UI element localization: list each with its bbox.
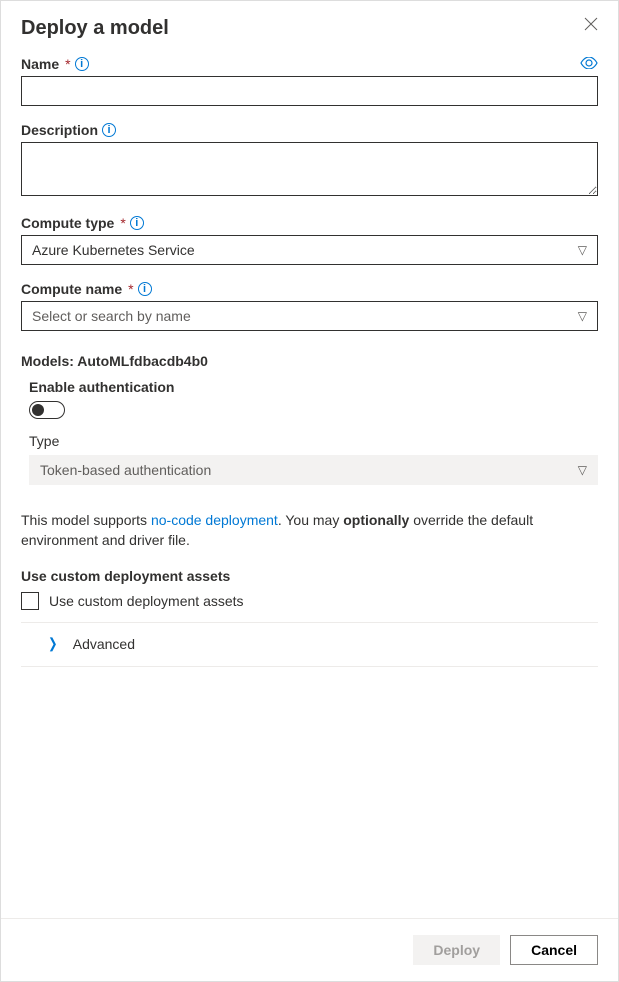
compute-type-field: Compute type * i Azure Kubernetes Servic… bbox=[21, 215, 598, 265]
advanced-label: Advanced bbox=[73, 636, 135, 652]
info-icon[interactable]: i bbox=[75, 57, 89, 71]
custom-assets-checkbox[interactable] bbox=[21, 592, 39, 610]
toggle-knob bbox=[32, 404, 44, 416]
description-input[interactable] bbox=[21, 142, 598, 196]
auth-section: Enable authentication Type Token-based a… bbox=[21, 379, 598, 485]
description-field: Description i bbox=[21, 122, 598, 199]
custom-assets-label: Use custom deployment assets bbox=[49, 593, 244, 609]
panel-footer: Deploy Cancel bbox=[1, 918, 618, 981]
required-mark: * bbox=[65, 56, 70, 72]
cancel-button[interactable]: Cancel bbox=[510, 935, 598, 965]
required-mark: * bbox=[128, 281, 133, 297]
models-heading: Models: AutoMLfdbacdb4b0 bbox=[21, 353, 598, 369]
deploy-button: Deploy bbox=[413, 935, 500, 965]
compute-name-select[interactable]: Select or search by name ▽ bbox=[21, 301, 598, 331]
description-label: Description bbox=[21, 122, 98, 138]
auth-type-select: Token-based authentication ▽ bbox=[29, 455, 598, 485]
chevron-down-icon: ▽ bbox=[578, 463, 587, 477]
auth-type-label: Type bbox=[29, 433, 598, 449]
compute-name-placeholder: Select or search by name bbox=[32, 308, 191, 324]
custom-assets-row: Use custom deployment assets bbox=[21, 592, 598, 610]
no-code-link[interactable]: no-code deployment bbox=[151, 512, 278, 528]
compute-type-value: Azure Kubernetes Service bbox=[32, 242, 195, 258]
name-label: Name bbox=[21, 56, 59, 72]
panel-header: Deploy a model bbox=[1, 1, 618, 48]
required-mark: * bbox=[120, 215, 125, 231]
auth-toggle[interactable] bbox=[29, 401, 65, 419]
preview-icon[interactable] bbox=[580, 56, 598, 72]
compute-type-label: Compute type bbox=[21, 215, 114, 231]
info-icon[interactable]: i bbox=[138, 282, 152, 296]
info-icon[interactable]: i bbox=[102, 123, 116, 137]
panel-body: Name * i Description i Compute type * i bbox=[1, 48, 618, 918]
compute-name-label: Compute name bbox=[21, 281, 122, 297]
name-field: Name * i bbox=[21, 56, 598, 106]
compute-name-field: Compute name * i Select or search by nam… bbox=[21, 281, 598, 331]
name-input[interactable] bbox=[21, 76, 598, 106]
auth-toggle-label: Enable authentication bbox=[29, 379, 598, 395]
chevron-down-icon: ▽ bbox=[578, 309, 587, 323]
advanced-toggle[interactable]: ❯ Advanced bbox=[21, 622, 598, 667]
close-icon bbox=[584, 17, 598, 31]
panel-title: Deploy a model bbox=[21, 17, 169, 40]
custom-assets-heading: Use custom deployment assets bbox=[21, 568, 598, 584]
auth-type-value: Token-based authentication bbox=[40, 462, 211, 478]
compute-type-select[interactable]: Azure Kubernetes Service ▽ bbox=[21, 235, 598, 265]
close-button[interactable] bbox=[584, 17, 598, 36]
no-code-info: This model supports no-code deployment. … bbox=[21, 511, 598, 550]
chevron-down-icon: ▽ bbox=[578, 243, 587, 257]
info-icon[interactable]: i bbox=[130, 216, 144, 230]
chevron-right-icon: ❯ bbox=[48, 635, 57, 652]
